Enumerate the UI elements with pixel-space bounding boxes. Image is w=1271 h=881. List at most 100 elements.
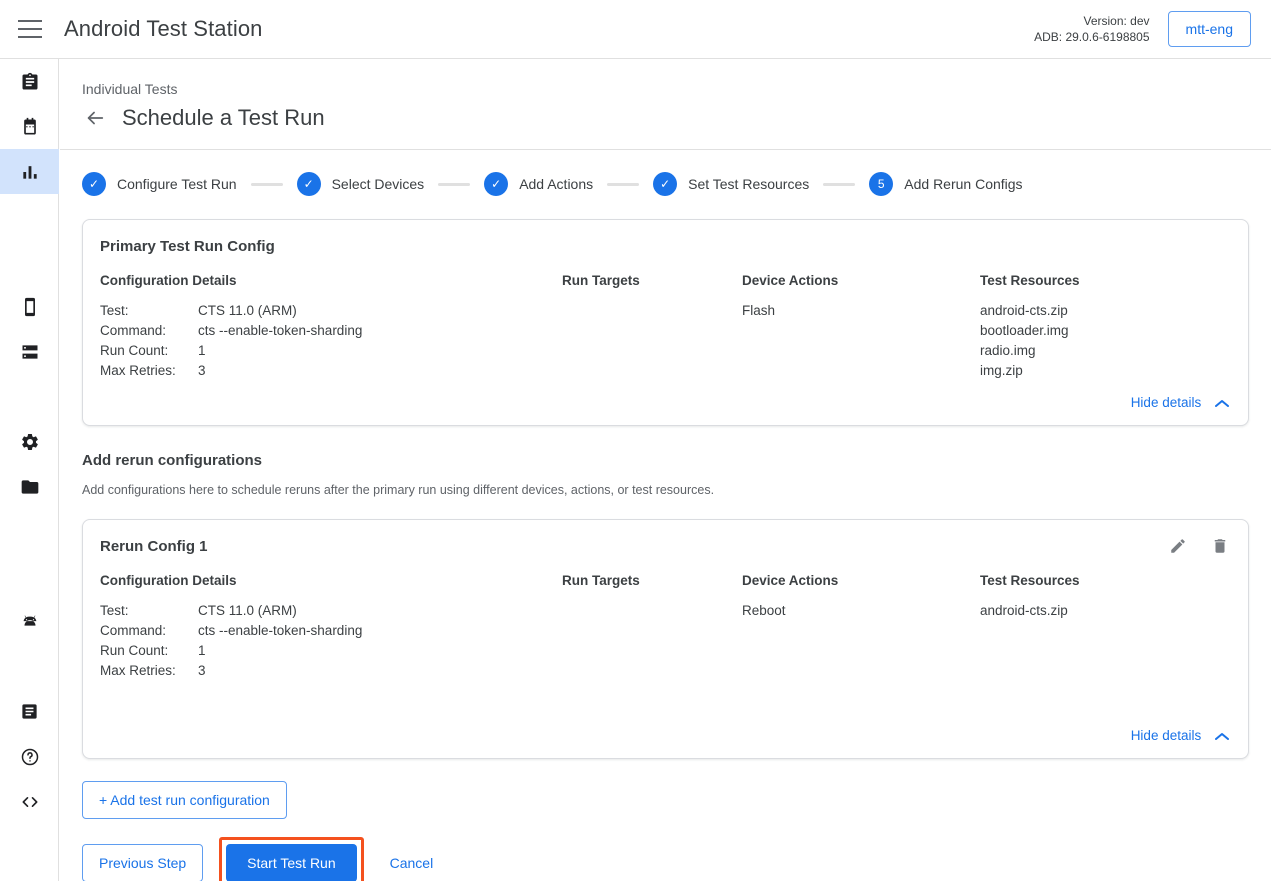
chevron-up-icon [1215, 729, 1229, 744]
sidebar-item-settings[interactable] [0, 419, 59, 464]
config-key: Test: [100, 601, 198, 621]
config-row-test: Test: CTS 11.0 (ARM) [100, 301, 562, 321]
config-row-command: Command: cts --enable-token-sharding [100, 321, 562, 341]
column-header: Test Resources [980, 273, 1220, 288]
sidebar-item-hosts[interactable] [0, 329, 59, 374]
breadcrumb[interactable]: Individual Tests [82, 81, 1271, 97]
run-targets-column: Run Targets [562, 573, 742, 681]
test-resource-item: radio.img [980, 341, 1220, 361]
config-row-run-count: Run Count: 1 [100, 641, 562, 661]
test-resources-column: Test Resources android-cts.zip bootloade… [980, 273, 1220, 381]
column-header: Configuration Details [100, 573, 562, 588]
sidebar-gap-5 [0, 554, 58, 599]
test-resource-item: android-cts.zip [980, 301, 1220, 321]
step-marker: ✓ [653, 172, 677, 196]
app-title: Android Test Station [64, 16, 263, 42]
sidebar-gap-6 [0, 644, 58, 689]
hamburger-menu-icon[interactable] [18, 20, 42, 38]
sidebar-item-calendar[interactable] [0, 104, 59, 149]
server-icon [20, 342, 40, 362]
calendar-icon [20, 117, 40, 137]
stepper-connector [438, 183, 470, 186]
device-action-item: Flash [742, 301, 980, 321]
primary-card-columns: Configuration Details Test: CTS 11.0 (AR… [100, 273, 1231, 381]
sidebar-item-test-runs[interactable] [0, 149, 59, 194]
hide-details-label: Hide details [1131, 395, 1202, 410]
column-header: Device Actions [742, 573, 980, 588]
sidebar-gap-1 [0, 194, 58, 239]
step-label: Configure Test Run [117, 176, 237, 192]
config-value: 3 [198, 661, 206, 681]
config-key: Run Count: [100, 341, 198, 361]
sidebar-item-clipboard[interactable] [0, 59, 59, 104]
stepper-step-select-devices[interactable]: ✓ Select Devices [297, 172, 425, 196]
sidebar-item-files[interactable] [0, 464, 59, 509]
rerun-hide-details-toggle[interactable]: Hide details [100, 681, 1231, 750]
stepper-step-add-rerun-configs[interactable]: 5 Add Rerun Configs [869, 172, 1022, 196]
device-actions-column: Device Actions Flash [742, 273, 980, 381]
start-test-run-button[interactable]: Start Test Run [226, 844, 356, 881]
trash-icon[interactable] [1210, 536, 1230, 556]
version-info: Version: dev ADB: 29.0.6-6198805 [1034, 13, 1149, 45]
test-resource-item: bootloader.img [980, 321, 1220, 341]
test-resource-item: img.zip [980, 361, 1220, 381]
chevron-up-icon [1215, 396, 1229, 411]
rerun-section-description: Add configurations here to schedule reru… [82, 483, 1271, 497]
run-targets-column: Run Targets [562, 273, 742, 381]
configuration-details-column: Configuration Details Test: CTS 11.0 (AR… [100, 573, 562, 681]
column-header: Run Targets [562, 273, 742, 288]
article-icon [20, 702, 39, 721]
stepper-step-set-test-resources[interactable]: ✓ Set Test Resources [653, 172, 809, 196]
hide-details-label: Hide details [1131, 728, 1202, 743]
config-key: Command: [100, 621, 198, 641]
configuration-details-column: Configuration Details Test: CTS 11.0 (AR… [100, 273, 562, 381]
config-row-test: Test: CTS 11.0 (ARM) [100, 601, 562, 621]
config-value: 3 [198, 361, 206, 381]
version-line: Version: dev [1034, 13, 1149, 29]
sidebar-item-developer[interactable] [0, 779, 59, 824]
rerun-config-card: Rerun Config 1 Configuration Details Tes… [82, 519, 1249, 759]
config-value: 1 [198, 641, 206, 661]
column-header: Test Resources [980, 573, 1220, 588]
config-value: 1 [198, 341, 206, 361]
sidebar-gap-2 [0, 239, 58, 284]
sidebar-item-logs[interactable] [0, 689, 59, 734]
android-icon [19, 611, 41, 633]
sidebar-item-devices[interactable] [0, 284, 59, 329]
account-button[interactable]: mtt-eng [1168, 11, 1251, 47]
device-action-item: Reboot [742, 601, 980, 621]
config-key: Run Count: [100, 641, 198, 661]
back-arrow-icon[interactable] [82, 105, 108, 131]
previous-step-button[interactable]: Previous Step [82, 844, 203, 881]
config-value: CTS 11.0 (ARM) [198, 601, 297, 621]
rerun-card-actions [1168, 536, 1230, 556]
app-bar: Android Test Station Version: dev ADB: 2… [0, 0, 1271, 59]
clipboard-icon [20, 72, 40, 92]
step-label: Select Devices [332, 176, 425, 192]
pencil-icon[interactable] [1168, 536, 1188, 556]
adb-version-line: ADB: 29.0.6-6198805 [1034, 29, 1149, 45]
main-content: Individual Tests Schedule a Test Run ✓ C… [60, 59, 1271, 881]
config-value: cts --enable-token-sharding [198, 621, 362, 641]
step-label: Add Actions [519, 176, 593, 192]
sidebar-item-android[interactable] [0, 599, 59, 644]
config-row-run-count: Run Count: 1 [100, 341, 562, 361]
config-value: cts --enable-token-sharding [198, 321, 362, 341]
start-test-run-highlight: Start Test Run [219, 837, 363, 881]
primary-hide-details-toggle[interactable]: Hide details [100, 381, 1231, 417]
stepper-step-add-actions[interactable]: ✓ Add Actions [484, 172, 593, 196]
add-test-run-configuration-button[interactable]: + Add test run configuration [82, 781, 287, 819]
config-key: Max Retries: [100, 361, 198, 381]
config-row-command: Command: cts --enable-token-sharding [100, 621, 562, 641]
code-icon [20, 792, 40, 812]
sidebar-item-help[interactable] [0, 734, 59, 779]
test-resources-column: Test Resources android-cts.zip [980, 573, 1220, 681]
rerun-section-title: Add rerun configurations [82, 452, 1271, 469]
page-title: Schedule a Test Run [122, 105, 325, 131]
stepper-connector [251, 183, 283, 186]
cancel-button[interactable]: Cancel [386, 845, 438, 881]
config-row-max-retries: Max Retries: 3 [100, 361, 562, 381]
step-marker: ✓ [297, 172, 321, 196]
primary-test-run-config-card: Primary Test Run Config Configuration De… [82, 219, 1249, 426]
stepper-step-configure[interactable]: ✓ Configure Test Run [82, 172, 237, 196]
